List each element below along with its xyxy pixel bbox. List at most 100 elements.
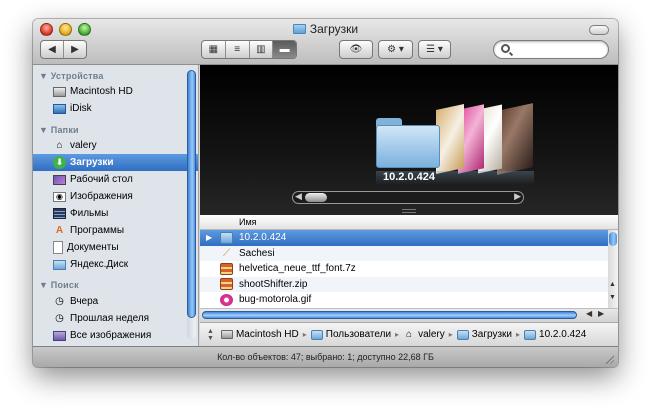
sidebar-item-label: iDisk <box>70 103 92 114</box>
list-vertical-scrollbar[interactable]: ▲ ▼ <box>608 230 618 308</box>
breadcrumb-macintosh-hd[interactable]: Macintosh HD <box>220 329 299 340</box>
home-icon: ⌂ <box>406 329 413 340</box>
sidebar-item-label: Вчера <box>70 296 99 307</box>
file-list: ▶ 10.2.0.424 ⟋ Sachesi helvetica_neue_tt… <box>200 230 608 308</box>
coverflow-resize-handle[interactable] <box>402 209 416 213</box>
list-row-bug-motorola-gif[interactable]: bug-motorola.gif <box>200 292 608 308</box>
sidebar-item-macintosh-hd[interactable]: Macintosh HD <box>33 83 185 100</box>
sidebar-section-search[interactable]: ▼ Поиск <box>39 280 79 290</box>
sidebar-scroll-thumb[interactable] <box>187 70 196 318</box>
sidebar-item-downloads[interactable]: ⬇ Загрузки <box>33 154 198 171</box>
search-icon <box>501 44 510 53</box>
sidebar-section-devices[interactable]: ▼ Устройства <box>39 71 104 81</box>
toolbar-toggle-button[interactable] <box>589 25 609 35</box>
sidebar-item-valery[interactable]: ⌂ valery <box>33 137 185 154</box>
scroll-left-arrow-icon[interactable]: ◀ <box>586 309 592 318</box>
sidebar-item-movies[interactable]: Фильмы <box>33 205 185 222</box>
sidebar-item-idisk[interactable]: iDisk <box>33 100 185 117</box>
home-icon: ⌂ <box>56 140 63 151</box>
search-field[interactable] <box>493 40 609 59</box>
row-filename: Sachesi <box>239 247 275 259</box>
list-row-sachesi[interactable]: ⟋ Sachesi <box>200 245 608 261</box>
coverflow-scrollbar[interactable]: ◀ ▶ <box>292 191 524 204</box>
sidebar-item-label: Изображения <box>70 191 133 202</box>
sidebar-item-documents[interactable]: Документы <box>33 239 185 256</box>
desktop-icon <box>53 174 66 185</box>
path-bar: ▲ ▼ Macintosh HD ▸ Пользователи ▸ ⌂ valer… <box>200 322 618 346</box>
sidebar-item-label: Прошлая неделя <box>70 313 150 324</box>
sidebar-scrollbar[interactable] <box>187 69 196 339</box>
list-row-helvetica-archive[interactable]: helvetica_neue_ttf_font.7z <box>200 261 608 277</box>
hard-drive-icon <box>53 86 66 97</box>
coverflow-item[interactable] <box>497 103 533 175</box>
gif-icon <box>220 293 233 306</box>
hard-drive-icon <box>220 330 233 339</box>
breadcrumb-users[interactable]: Пользователи <box>310 329 391 340</box>
list-row-shootshifter-zip[interactable]: shootShifter.zip <box>200 276 608 292</box>
list-row-10-2-0-424[interactable]: ▶ 10.2.0.424 <box>200 230 608 246</box>
scroll-right-arrow-icon[interactable]: ▶ <box>598 309 604 318</box>
row-filename: bug-motorola.gif <box>239 294 312 306</box>
status-bar: Кол-во объектов: 47; выбрано: 1; доступн… <box>33 346 618 367</box>
pictures-icon: ◉ <box>53 191 66 202</box>
disclosure-triangle-icon[interactable]: ▶ <box>206 233 220 242</box>
breadcrumb-10-2-0-424[interactable]: 10.2.0.424 <box>524 329 586 340</box>
breadcrumb-valery[interactable]: ⌂ valery <box>403 329 445 340</box>
scroll-right-arrow-icon[interactable]: ▶ <box>514 191 521 202</box>
clock-icon: ◷ <box>55 313 64 324</box>
coverflow-item[interactable] <box>436 104 464 174</box>
folder-icon <box>53 259 66 270</box>
sidebar-section-folders[interactable]: ▼ Папки <box>39 125 79 135</box>
sidebar-item-last-week[interactable]: ◷ Прошлая неделя <box>33 310 185 327</box>
pathbar-scroll-arrows-icon[interactable]: ▲ ▼ <box>207 328 214 342</box>
sidebar-item-yesterday[interactable]: ◷ Вчера <box>33 293 185 310</box>
arrange-icon: ☰ ▾ <box>426 44 443 55</box>
scroll-down-arrow-icon[interactable]: ▼ <box>609 294 616 301</box>
sidebar-item-applications[interactable]: A Программы <box>33 222 185 239</box>
coverflow-scroll-thumb[interactable] <box>305 193 327 202</box>
back-forward-control: ◀ ▶ <box>40 40 87 59</box>
coverflow-pane: 10.2.0.424 ◀ ▶ <box>200 65 618 215</box>
gear-icon: ⚙ ▾ <box>387 44 404 55</box>
row-filename: shootShifter.zip <box>239 278 308 290</box>
sidebar-item-all-images[interactable]: Все изображения <box>33 327 185 344</box>
sidebar-item-label: Все изображения <box>70 330 152 341</box>
row-filename: 10.2.0.424 <box>239 232 287 244</box>
column-view-button[interactable]: ▥ <box>250 41 274 58</box>
sidebar-item-label: Документы <box>67 242 119 253</box>
breadcrumb-downloads[interactable]: Загрузки <box>456 329 512 340</box>
quick-look-button[interactable]: 👁 <box>339 40 373 59</box>
back-button[interactable]: ◀ <box>41 41 64 58</box>
sidebar-item-pictures[interactable]: ◉ Изображения <box>33 188 185 205</box>
scroll-up-arrow-icon[interactable]: ▲ <box>609 281 616 288</box>
icon-view-button[interactable]: ▦ <box>202 41 226 58</box>
list-horizontal-scrollbar[interactable]: ◀ ▶ <box>200 308 618 321</box>
downloads-icon <box>456 329 469 340</box>
sidebar-item-label: Фильмы <box>70 208 109 219</box>
breadcrumb-label: Macintosh HD <box>235 329 299 340</box>
action-menu-button[interactable]: ⚙ ▾ <box>378 40 413 59</box>
clock-icon: ◷ <box>55 296 64 307</box>
sidebar-item-yandex-disk[interactable]: Яндекс.Диск <box>33 256 185 273</box>
sidebar-item-label: Программы <box>70 225 125 236</box>
list-view-button[interactable]: ≡ <box>226 41 250 58</box>
coverflow-view-button[interactable]: ▬ <box>273 41 296 58</box>
list-vertical-scroll-thumb[interactable] <box>609 232 617 246</box>
forward-button[interactable]: ▶ <box>64 41 86 58</box>
sidebar-item-label: Яндекс.Диск <box>70 259 129 270</box>
breadcrumb-label: 10.2.0.424 <box>539 329 587 340</box>
search-input[interactable] <box>514 43 604 56</box>
list-column-header-name[interactable]: Имя <box>200 215 618 230</box>
coverflow-selected-folder-icon[interactable] <box>376 118 440 168</box>
folder-icon <box>310 329 323 340</box>
list-horizontal-scroll-thumb[interactable] <box>202 311 577 319</box>
view-mode-control: ▦ ≡ ▥ ▬ <box>201 40 297 59</box>
arrange-menu-button[interactable]: ☰ ▾ <box>418 40 451 59</box>
idisk-icon <box>53 103 66 114</box>
scroll-left-arrow-icon[interactable]: ◀ <box>295 191 302 202</box>
resize-grip-icon[interactable] <box>604 354 614 364</box>
eye-icon: 👁 <box>349 44 363 55</box>
breadcrumb-label: valery <box>418 329 445 340</box>
sidebar-item-desktop[interactable]: Рабочий стол <box>33 171 185 188</box>
folder-icon <box>524 329 537 340</box>
